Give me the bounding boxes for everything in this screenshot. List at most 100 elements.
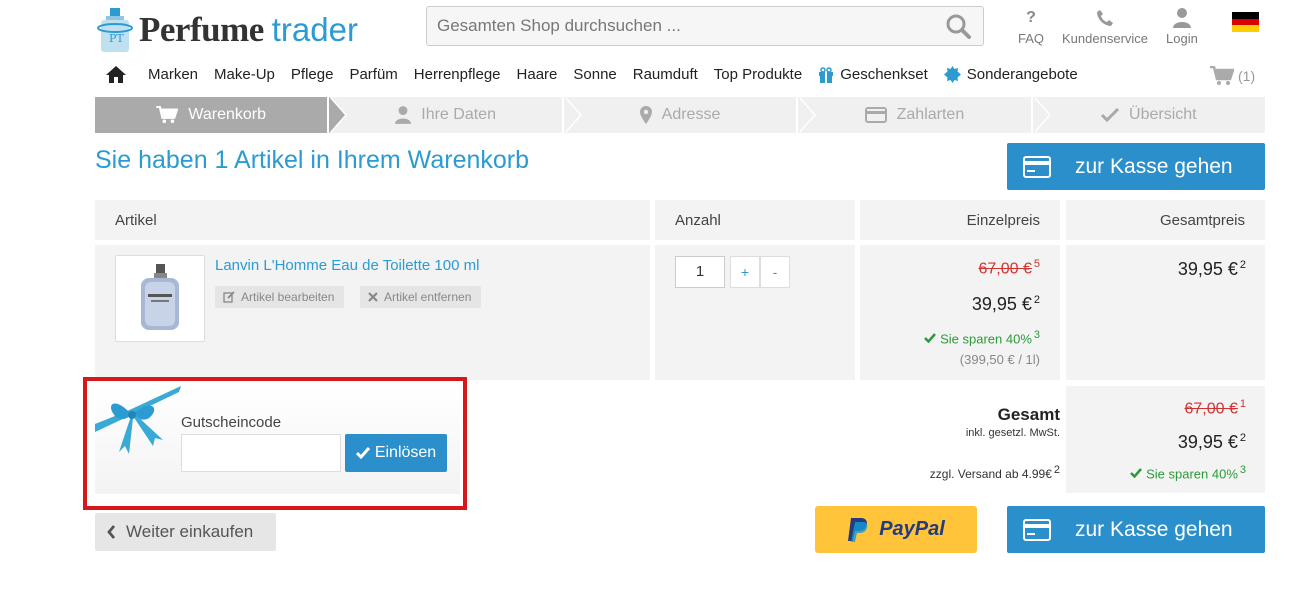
faq-link[interactable]: ? FAQ <box>1018 7 1044 46</box>
step-label: Zahlarten <box>896 106 965 123</box>
remove-article-button[interactable]: Artikel entfernen <box>360 286 482 308</box>
nav-item-top-produkte[interactable]: Top Produkte <box>714 66 802 83</box>
page-title: Sie haben 1 Artikel in Ihrem Warenkorb <box>95 146 530 174</box>
kundenservice-label: Kundenservice <box>1062 31 1149 46</box>
col-header-label: Artikel <box>115 211 157 229</box>
checkout-button-bottom[interactable]: zur Kasse gehen <box>1007 506 1265 553</box>
shipping-text: zzgl. Versand ab 4.99€ <box>929 467 1052 481</box>
nav-item-pflege[interactable]: Pflege <box>291 66 334 83</box>
mini-cart-count: (1) <box>1238 68 1256 84</box>
price-value: 39,95 € <box>971 294 1032 314</box>
cart-icon <box>156 106 179 124</box>
quantity-plus-button[interactable]: + <box>730 256 760 288</box>
col-header-label: Gesamtpreis <box>1159 211 1245 229</box>
footnote: 5 <box>1033 258 1040 270</box>
voucher-label: Gutscheincode <box>181 414 282 431</box>
price-value: 39,95 € <box>1177 432 1238 452</box>
summary-total: 39,95 €2 <box>1066 432 1246 453</box>
quantity-minus-button[interactable]: - <box>760 256 790 288</box>
nav-item-geschenkset[interactable]: Geschenkset <box>818 66 928 83</box>
col-header-label: Einzelpreis <box>966 211 1040 229</box>
sonderangebote-label: Sonderangebote <box>966 66 1078 83</box>
header-links: ? FAQ Kundenservice Login <box>1018 7 1216 46</box>
search-input[interactable] <box>427 7 927 45</box>
credit-card-icon <box>1023 155 1051 178</box>
edit-icon <box>223 291 235 303</box>
nav-item-parfuem[interactable]: Parfüm <box>349 66 397 83</box>
footnote: 1 <box>1239 398 1246 410</box>
col-header-label: Anzahl <box>675 211 721 229</box>
footnote: 2 <box>1033 294 1040 306</box>
check-icon <box>1130 466 1143 481</box>
chevron-left-icon <box>107 525 116 539</box>
logo[interactable]: PT Perfume trader <box>95 6 358 54</box>
old-price-value: 67,00 € <box>978 260 1032 278</box>
cart-icon <box>1210 66 1234 86</box>
user-icon <box>395 106 412 124</box>
nav-item-herrenpflege[interactable]: Herrenpflege <box>414 66 501 83</box>
footnote: 2 <box>1239 259 1246 271</box>
edit-article-button[interactable]: Artikel bearbeiten <box>215 286 345 308</box>
logo-subtext: trader <box>271 11 358 48</box>
credit-card-icon <box>1023 518 1051 541</box>
checkout-label: zur Kasse gehen <box>1075 154 1233 178</box>
summary-old-total: 67,00 €1 <box>1066 398 1246 418</box>
edit-article-label: Artikel bearbeiten <box>241 290 335 304</box>
svg-text:PT: PT <box>109 32 124 45</box>
check-icon <box>924 331 937 346</box>
paypal-button[interactable]: PayPal <box>815 506 977 553</box>
login-label: Login <box>1166 31 1198 46</box>
unit-price: 39,95 €2 <box>860 294 1040 315</box>
search-icon[interactable] <box>945 13 971 44</box>
mini-cart[interactable]: (1) <box>1210 66 1255 86</box>
unit-savings: Sie sparen 40% 3 <box>860 329 1040 346</box>
checkout-button-top[interactable]: zur Kasse gehen <box>1007 143 1265 190</box>
nav-item-haare[interactable]: Haare <box>517 66 558 83</box>
user-icon <box>1166 7 1198 29</box>
logo-bottle-icon: PT <box>95 6 135 54</box>
geschenkset-label: Geschenkset <box>840 66 928 83</box>
step-warenkorb[interactable]: Warenkorb <box>95 97 348 133</box>
price-value: 39,95 € <box>1177 259 1238 279</box>
product-image[interactable] <box>115 255 205 342</box>
continue-shopping-button[interactable]: Weiter einkaufen <box>95 513 276 551</box>
login-link[interactable]: Login <box>1166 7 1198 46</box>
footnote: 3 <box>1033 329 1040 341</box>
footnote: 2 <box>1053 464 1060 476</box>
kundenservice-link[interactable]: Kundenservice <box>1062 7 1148 46</box>
col-header-unit-price: Einzelpreis <box>860 200 1060 240</box>
nav-item-sonderangebote[interactable]: Sonderangebote <box>943 66 1078 83</box>
step-zahlarten[interactable]: Zahlarten <box>798 97 1051 133</box>
nav-item-marken[interactable]: Marken <box>148 66 198 83</box>
nav-item-makeup[interactable]: Make-Up <box>214 66 275 83</box>
unit-old-price: 67,00 €5 <box>860 258 1040 278</box>
col-header-article: Artikel <box>95 200 650 240</box>
voucher-redeem-button[interactable]: Einlösen <box>345 434 447 472</box>
search-box <box>426 6 984 46</box>
quantity-input[interactable]: 1 <box>675 256 725 288</box>
step-adresse[interactable]: Adresse <box>563 97 817 133</box>
close-icon <box>368 292 378 302</box>
step-ihre-daten[interactable]: Ihre Daten <box>329 97 582 133</box>
nav-item-raumduft[interactable]: Raumduft <box>633 66 698 83</box>
col-header-qty: Anzahl <box>655 200 855 240</box>
summary-title: Gesamt <box>997 405 1060 424</box>
savings-text: Sie sparen 40% <box>940 331 1032 347</box>
remove-article-label: Artikel entfernen <box>384 290 472 304</box>
nav-home[interactable] <box>106 66 126 83</box>
check-icon <box>355 447 370 459</box>
main-nav: Marken Make-Up Pflege Parfüm Herrenpfleg… <box>106 66 1094 83</box>
phone-icon <box>1062 7 1148 29</box>
footnote: 2 <box>1239 432 1246 444</box>
product-name-link[interactable]: Lanvin L'Homme Eau de Toilette 100 ml <box>215 257 479 274</box>
germany-flag-icon[interactable] <box>1232 12 1259 32</box>
nav-item-sonne[interactable]: Sonne <box>573 66 616 83</box>
savings-text: Sie sparen 40% <box>1146 466 1238 482</box>
step-label: Adresse <box>661 106 721 123</box>
col-header-total-price: Gesamtpreis <box>1066 200 1265 240</box>
gift-icon <box>818 66 834 83</box>
voucher-code-input[interactable] <box>181 434 341 472</box>
check-icon <box>1101 108 1120 122</box>
step-uebersicht[interactable]: Übersicht <box>1032 97 1266 133</box>
step-label: Warenkorb <box>188 106 267 123</box>
